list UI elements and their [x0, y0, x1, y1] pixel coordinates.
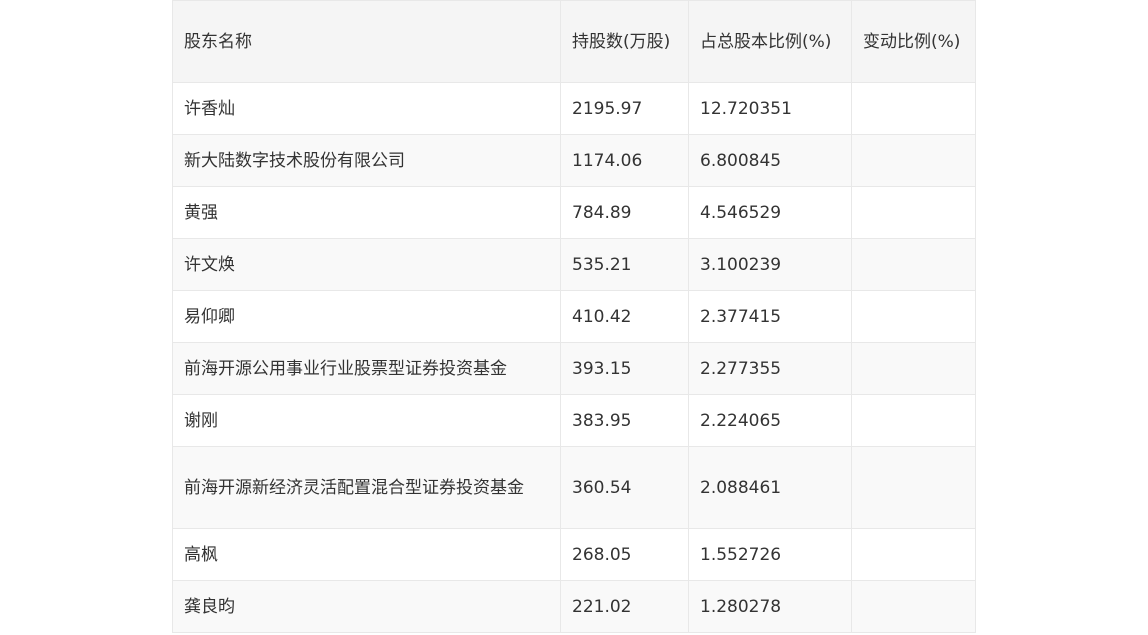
header-share-ratio: 占总股本比例(%): [688, 0, 852, 83]
cell-shareholder-name: 许香灿: [172, 82, 561, 135]
cell-shares-held: 1174.06: [560, 134, 689, 187]
cell-shares-held: 410.42: [560, 290, 689, 343]
header-shares-held: 持股数(万股): [560, 0, 689, 83]
table-body: 许香灿 2195.97 12.720351 新大陆数字技术股份有限公司 1174…: [172, 82, 976, 633]
cell-change-ratio: [851, 446, 976, 529]
cell-share-ratio: 2.377415: [688, 290, 852, 343]
table-row: 黄强 784.89 4.546529: [172, 186, 976, 239]
cell-change-ratio: [851, 290, 976, 343]
cell-shares-held: 268.05: [560, 528, 689, 581]
cell-change-ratio: [851, 238, 976, 291]
cell-change-ratio: [851, 342, 976, 395]
cell-shareholder-name: 前海开源公用事业行业股票型证券投资基金: [172, 342, 561, 395]
cell-shareholder-name: 高枫: [172, 528, 561, 581]
cell-share-ratio: 1.280278: [688, 580, 852, 633]
shareholder-table-container: 股东名称 持股数(万股) 占总股本比例(%) 变动比例(%) 许香灿 2195.…: [172, 0, 976, 633]
cell-share-ratio: 3.100239: [688, 238, 852, 291]
cell-shareholder-name: 龚良昀: [172, 580, 561, 633]
cell-share-ratio: 4.546529: [688, 186, 852, 239]
header-change-ratio: 变动比例(%): [851, 0, 976, 83]
shareholder-table: 股东名称 持股数(万股) 占总股本比例(%) 变动比例(%) 许香灿 2195.…: [172, 0, 976, 633]
table-row: 谢刚 383.95 2.224065: [172, 394, 976, 447]
header-shareholder-name: 股东名称: [172, 0, 561, 83]
cell-shareholder-name: 谢刚: [172, 394, 561, 447]
cell-shareholder-name: 易仰卿: [172, 290, 561, 343]
table-row: 许文焕 535.21 3.100239: [172, 238, 976, 291]
cell-change-ratio: [851, 580, 976, 633]
table-header: 股东名称 持股数(万股) 占总股本比例(%) 变动比例(%): [172, 0, 976, 83]
cell-share-ratio: 2.224065: [688, 394, 852, 447]
cell-share-ratio: 2.277355: [688, 342, 852, 395]
cell-change-ratio: [851, 186, 976, 239]
cell-shares-held: 360.54: [560, 446, 689, 529]
cell-shareholder-name: 新大陆数字技术股份有限公司: [172, 134, 561, 187]
header-row: 股东名称 持股数(万股) 占总股本比例(%) 变动比例(%): [172, 0, 976, 83]
cell-share-ratio: 6.800845: [688, 134, 852, 187]
cell-shareholder-name: 许文焕: [172, 238, 561, 291]
cell-shares-held: 383.95: [560, 394, 689, 447]
cell-shares-held: 784.89: [560, 186, 689, 239]
cell-shares-held: 393.15: [560, 342, 689, 395]
table-row: 龚良昀 221.02 1.280278: [172, 580, 976, 633]
cell-change-ratio: [851, 82, 976, 135]
cell-share-ratio: 2.088461: [688, 446, 852, 529]
cell-shares-held: 221.02: [560, 580, 689, 633]
cell-change-ratio: [851, 528, 976, 581]
table-row: 前海开源新经济灵活配置混合型证券投资基金 360.54 2.088461: [172, 446, 976, 529]
table-row: 新大陆数字技术股份有限公司 1174.06 6.800845: [172, 134, 976, 187]
cell-shareholder-name: 黄强: [172, 186, 561, 239]
table-row: 前海开源公用事业行业股票型证券投资基金 393.15 2.277355: [172, 342, 976, 395]
table-row: 易仰卿 410.42 2.377415: [172, 290, 976, 343]
cell-shares-held: 2195.97: [560, 82, 689, 135]
cell-shares-held: 535.21: [560, 238, 689, 291]
cell-shareholder-name: 前海开源新经济灵活配置混合型证券投资基金: [172, 446, 561, 529]
table-row: 高枫 268.05 1.552726: [172, 528, 976, 581]
cell-change-ratio: [851, 134, 976, 187]
table-row: 许香灿 2195.97 12.720351: [172, 82, 976, 135]
cell-share-ratio: 12.720351: [688, 82, 852, 135]
cell-change-ratio: [851, 394, 976, 447]
cell-share-ratio: 1.552726: [688, 528, 852, 581]
